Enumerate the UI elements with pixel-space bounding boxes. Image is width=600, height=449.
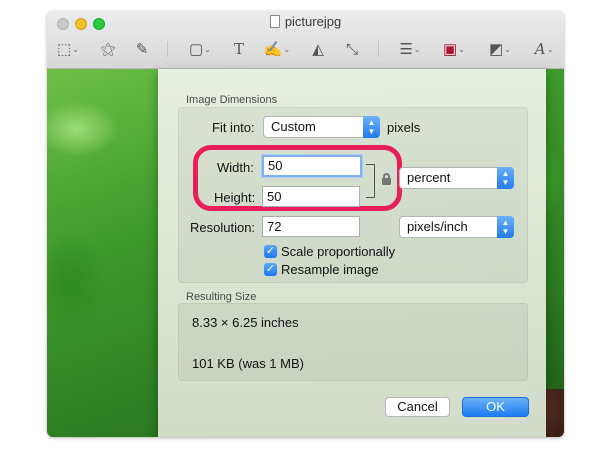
fit-into-popup[interactable]: Custom ▲ ▼ bbox=[263, 116, 380, 138]
dimension-unit-popup[interactable]: percent ▲ ▼ bbox=[399, 167, 514, 189]
height-field[interactable]: 50 bbox=[262, 186, 360, 207]
resulting-dimensions: 8.33 × 6.25 inches bbox=[192, 315, 299, 330]
scale-proportionally-label: Scale proportionally bbox=[281, 244, 396, 259]
proportion-bracket bbox=[366, 164, 375, 198]
popup-arrows-icon: ▲ ▼ bbox=[497, 167, 514, 189]
document-icon bbox=[269, 15, 280, 28]
adjust-color-tool[interactable]: ◭ bbox=[309, 38, 327, 60]
preview-window: picturejpg ⬚ ⌄ ⚝ ✎ ▢ ⌄ T ✍ ⌄ ◭ ⤡ ☰ ⌄ ▣ ⌄… bbox=[47, 11, 564, 437]
toolbar-separator bbox=[167, 41, 168, 57]
text-style-icon: A bbox=[534, 40, 546, 58]
fill-color-tool[interactable]: ◩ ⌄ bbox=[487, 38, 513, 60]
adjust-size-tool[interactable]: ⤡ bbox=[343, 38, 361, 60]
popup-arrows-icon: ▲ ▼ bbox=[363, 116, 380, 138]
instant-alpha-icon: ⚝ bbox=[100, 40, 116, 58]
resolution-unit-popup[interactable]: pixels/inch ▲ ▼ bbox=[399, 216, 514, 238]
sketch-tool[interactable]: ✎ bbox=[133, 38, 151, 60]
fill-color-icon: ◩ bbox=[489, 41, 504, 58]
adjust-size-icon: ⤡ bbox=[345, 40, 358, 58]
dimension-unit-value: percent bbox=[407, 170, 451, 185]
sketch-icon: ✎ bbox=[135, 41, 149, 58]
resolution-label: Resolution: bbox=[190, 220, 256, 235]
shape-style-icon: ☰ bbox=[399, 41, 413, 58]
border-color-icon: ▣ bbox=[443, 41, 458, 58]
sign-icon: ✍ bbox=[263, 41, 283, 58]
adjust-size-sheet: Image Dimensions Fit into: Custom ▲ ▼ pix… bbox=[158, 69, 546, 437]
resulting-size-title: Resulting Size bbox=[186, 291, 257, 303]
fit-into-label: Fit into: bbox=[212, 120, 255, 135]
sign-tool[interactable]: ✍ ⌄ bbox=[263, 38, 291, 60]
lock-icon[interactable] bbox=[382, 173, 391, 185]
toolbar-separator bbox=[378, 41, 379, 57]
rect-selection-tool[interactable]: ⬚ ⌄ bbox=[55, 38, 81, 60]
shape-style-tool[interactable]: ☰ ⌄ bbox=[397, 38, 423, 60]
height-label: Height: bbox=[214, 190, 256, 205]
title-bar: picturejpg ⬚ ⌄ ⚝ ✎ ▢ ⌄ T ✍ ⌄ ◭ ⤡ ☰ ⌄ ▣ ⌄… bbox=[47, 11, 564, 69]
fit-into-unit: pixels bbox=[387, 120, 421, 135]
ok-button[interactable]: OK bbox=[462, 397, 529, 417]
resolution-unit-value: pixels/inch bbox=[407, 219, 468, 234]
adjust-color-icon: ◭ bbox=[312, 41, 324, 58]
text-icon: T bbox=[233, 40, 244, 58]
width-field[interactable]: 50 bbox=[262, 155, 362, 177]
image-dimensions-title: Image Dimensions bbox=[186, 94, 278, 106]
resolution-field[interactable]: 72 bbox=[262, 216, 360, 237]
width-label: Width: bbox=[217, 160, 254, 175]
shapes-tool[interactable]: ▢ ⌄ bbox=[187, 38, 213, 60]
fit-into-value: Custom bbox=[271, 119, 316, 134]
shapes-icon: ▢ bbox=[189, 41, 204, 58]
resample-image-checkbox[interactable]: ✓ bbox=[264, 263, 277, 276]
instant-alpha-tool[interactable]: ⚝ bbox=[99, 38, 117, 60]
scale-proportionally-checkbox[interactable]: ✓ bbox=[264, 245, 277, 258]
text-style-tool[interactable]: A ⌄ bbox=[531, 38, 557, 60]
border-color-tool[interactable]: ▣ ⌄ bbox=[441, 38, 467, 60]
resulting-filesize: 101 KB (was 1 MB) bbox=[192, 356, 304, 371]
cancel-button[interactable]: Cancel bbox=[385, 397, 450, 417]
popup-arrows-icon: ▲ ▼ bbox=[497, 216, 514, 238]
resample-image-label: Resample image bbox=[281, 262, 379, 277]
text-tool[interactable]: T bbox=[231, 38, 247, 60]
window-title-text: picturejpg bbox=[284, 14, 342, 29]
rect-selection-icon: ⬚ bbox=[57, 41, 72, 58]
window-title: picturejpg bbox=[47, 14, 564, 29]
